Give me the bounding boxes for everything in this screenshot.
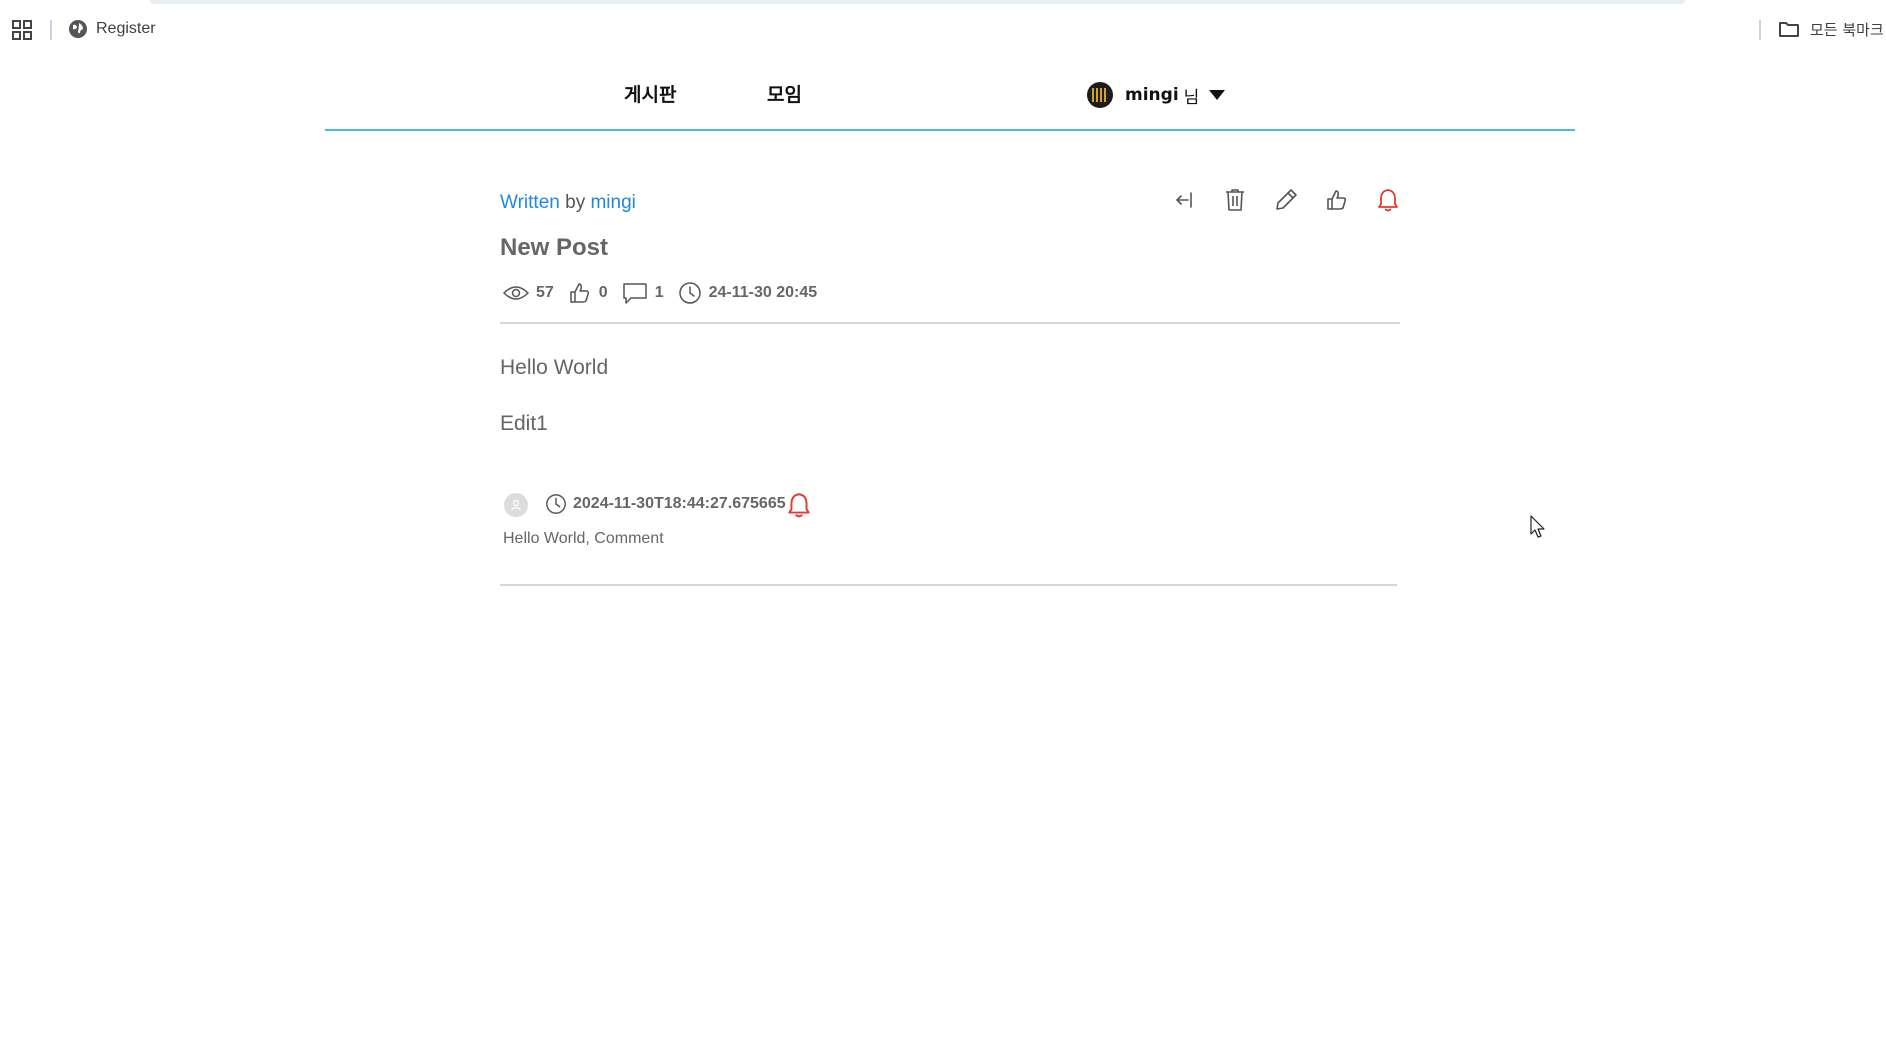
thumbs-up-icon (1325, 188, 1349, 212)
caret-down-icon (1209, 90, 1226, 100)
comment-divider (500, 584, 1397, 586)
comment-timestamp: 2024-11-30T18:44:27.675665 (573, 495, 786, 512)
back-arrow-icon (1172, 188, 1196, 212)
post-date: 24-11-30 20:45 (708, 284, 818, 301)
post-byline: Written by mingi (500, 192, 636, 214)
all-bookmarks-label: 모든 북마크 (1810, 20, 1884, 39)
back-button[interactable] (1168, 180, 1200, 220)
bookmark-register[interactable]: Register (68, 15, 156, 43)
avatar (1087, 82, 1113, 108)
byline-written: Written (500, 192, 560, 213)
bell-icon (1376, 187, 1400, 213)
comment-icon (622, 281, 648, 305)
user-name: mingi (1125, 85, 1179, 105)
folder-icon (1778, 20, 1800, 38)
post-author[interactable]: mingi (590, 192, 635, 213)
eye-icon (503, 284, 529, 302)
mouse-cursor-icon (1530, 515, 1546, 541)
thumbs-up-icon (568, 281, 592, 305)
user-honorific: 님 (1183, 87, 1200, 108)
post-actions (1168, 180, 1404, 220)
bookmark-register-label: Register (96, 20, 156, 37)
clock-icon (545, 493, 567, 515)
bookmarks-separator-right (1759, 20, 1761, 40)
comment-header: 2024-11-30T18:44:27.675665 (545, 490, 786, 518)
globe-icon (68, 19, 88, 39)
clock-icon (678, 281, 702, 305)
like-count: 0 (598, 284, 608, 301)
edit-button[interactable] (1270, 180, 1302, 220)
apps-grid-icon[interactable] (11, 19, 33, 41)
comment-avatar (504, 493, 528, 517)
nav-board[interactable]: 게시판 (624, 80, 676, 107)
pencil-icon (1273, 187, 1299, 213)
post-meta: 57 0 1 24-11-30 20:45 (503, 278, 831, 308)
byline-by: by (565, 192, 586, 213)
delete-button[interactable] (1219, 180, 1251, 220)
site-header: 게시판 모임 mingi 님 (325, 64, 1575, 131)
nav-meetup[interactable]: 모임 (767, 80, 802, 107)
comment-text: Hello World, Comment (503, 530, 664, 547)
all-bookmarks-button[interactable]: 모든 북마크 (1778, 15, 1886, 43)
bookmarks-separator (50, 20, 52, 40)
comment-count: 1 (654, 284, 664, 301)
user-menu[interactable]: mingi 님 (1087, 80, 1226, 110)
post-body-line: Edit1 (500, 412, 548, 435)
comment-bell-icon[interactable] (786, 491, 812, 519)
post-body-line: Hello World (500, 356, 609, 379)
trash-icon (1223, 187, 1247, 213)
post-title: New Post (500, 234, 609, 261)
notify-button[interactable] (1372, 180, 1404, 220)
like-button[interactable] (1321, 180, 1353, 220)
post-divider (500, 322, 1400, 324)
view-count: 57 (536, 284, 554, 301)
browser-tabstrip-edge (150, 0, 1685, 4)
bookmarks-bar: Register 모든 북마크 (0, 6, 1886, 52)
